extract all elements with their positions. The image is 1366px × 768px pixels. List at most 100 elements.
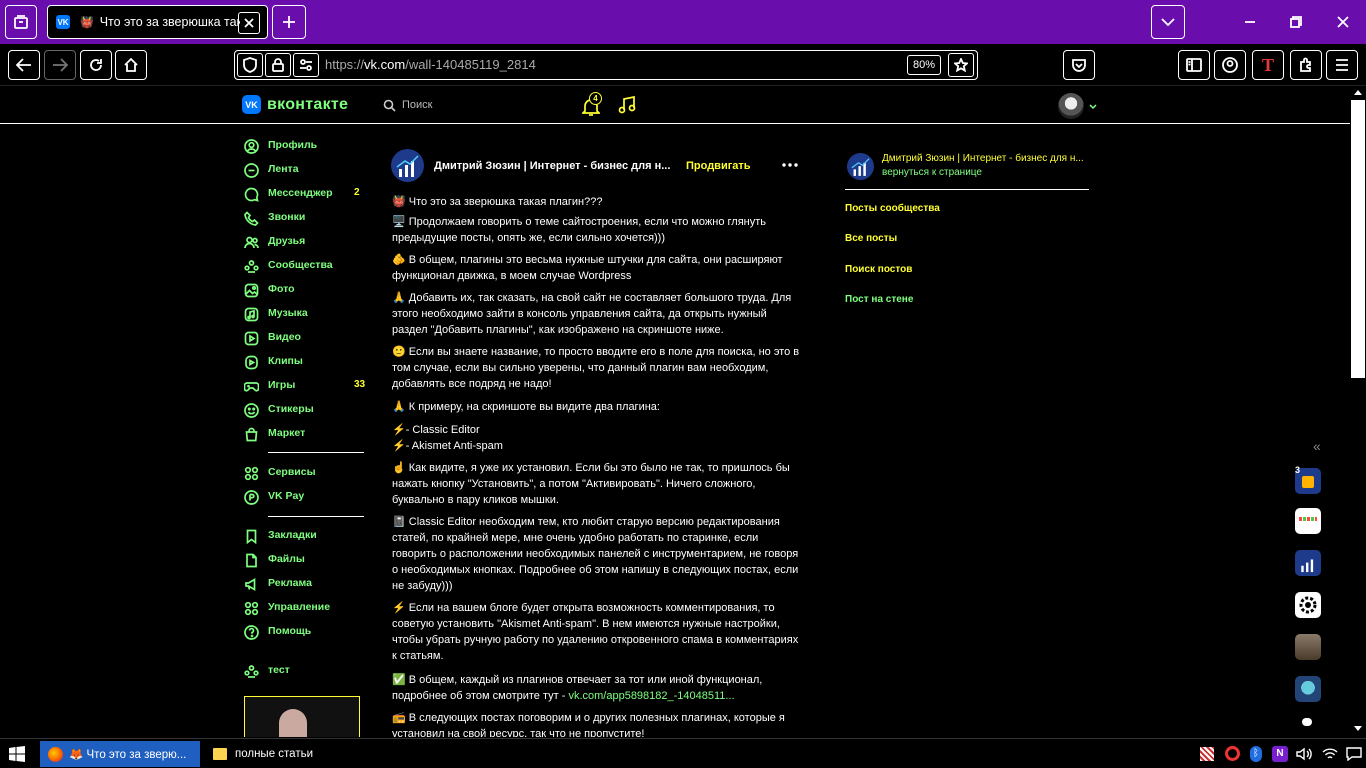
reload-button[interactable] — [80, 50, 112, 80]
site-info-button[interactable] — [265, 53, 291, 77]
side-app-prodamus[interactable] — [1295, 508, 1321, 534]
tray-opera-icon[interactable] — [1225, 746, 1240, 761]
sidebar-item-messenger[interactable]: Мессенджер 2 — [244, 185, 364, 203]
back-button[interactable] — [8, 50, 40, 80]
sidebar-item-photo[interactable]: Фото — [244, 281, 364, 299]
vk-logo[interactable]: VK вконтакте — [242, 95, 348, 114]
pocket-button[interactable] — [1063, 50, 1095, 80]
community-avatar[interactable] — [847, 153, 874, 180]
tray-winrar-icon[interactable] — [1200, 747, 1214, 761]
tray-app-icon[interactable]: N — [1272, 746, 1288, 762]
sidebar-item-games[interactable]: Игры 33 — [244, 377, 365, 395]
music-button[interactable] — [618, 95, 636, 119]
sidebar-item-feed[interactable]: Лента — [244, 161, 364, 179]
nav-group-image[interactable] — [244, 696, 360, 737]
post-paragraph: 🙏 К примеру, на скриншоте вы видите два … — [392, 399, 802, 415]
tab-close-button[interactable] — [238, 12, 260, 34]
post-more-button[interactable] — [782, 158, 798, 170]
community-name[interactable]: Дмитрий Зюзин | Интернет - бизнес для н.… — [882, 153, 1084, 164]
start-button[interactable] — [9, 746, 25, 762]
sidebar-item-phone[interactable]: Звонки — [244, 209, 364, 227]
nav-divider — [268, 452, 364, 453]
address-bar[interactable]: https://vk.com/wall-140485119_2814 80% — [234, 50, 978, 80]
post-author-avatar[interactable] — [391, 149, 424, 182]
tray-bluetooth-icon[interactable]: ᛒ — [1250, 746, 1262, 762]
sidebar-item-bookmark[interactable]: Закладки — [244, 527, 364, 545]
ads-icon — [245, 577, 256, 591]
zoom-indicator[interactable]: 80% — [907, 55, 941, 75]
sidebar-item-label: Музыка — [268, 307, 308, 319]
profile-menu[interactable] — [1058, 93, 1098, 119]
post-paragraph-text: 🫵 В общем, плагины это весьма нужные шту… — [392, 254, 783, 282]
forward-button[interactable] — [44, 50, 76, 80]
close-window-button[interactable] — [1325, 8, 1361, 36]
list-tabs-button[interactable] — [1151, 5, 1185, 39]
firefox-icon — [48, 746, 63, 762]
scrollbar-thumb[interactable] — [1351, 100, 1365, 378]
url-text[interactable]: https://vk.com/wall-140485119_2814 — [325, 57, 536, 72]
scroll-up-arrow[interactable] — [1354, 90, 1362, 95]
tracking-protection-button[interactable] — [237, 53, 263, 77]
group-thumbnail — [279, 709, 307, 737]
permissions-button[interactable] — [293, 53, 319, 77]
extensions-button[interactable] — [1290, 50, 1322, 80]
bookmark-star-button[interactable] — [948, 53, 974, 77]
sidebar-item-video[interactable]: Видео — [244, 329, 364, 347]
sidebar-item-profile[interactable]: Профиль — [244, 137, 364, 155]
sidebar-item-vkpay[interactable]: VK Pay — [244, 488, 364, 506]
taskbar-folder-item[interactable]: полные статьи — [205, 741, 385, 767]
sidebar-toggle-button[interactable] — [1178, 50, 1210, 80]
sidebar-item-help[interactable]: Помощь — [244, 623, 364, 641]
notification-center-icon[interactable] — [1346, 747, 1362, 761]
app-link[interactable]: vk.com/app5898182_-14048511... — [568, 690, 734, 702]
side-app-settings[interactable] — [1295, 592, 1321, 618]
post-paragraph-text: 📻 В следующих постах поговорим и о други… — [392, 712, 785, 737]
sidebar-item-manage[interactable]: Управление — [244, 599, 364, 617]
sidebar-item-communities[interactable]: Сообщества — [244, 257, 364, 275]
side-app-chart[interactable] — [1295, 550, 1321, 576]
sidebar-item-group[interactable]: тест — [244, 662, 364, 680]
account-button[interactable] — [1214, 50, 1246, 80]
app-menu-button[interactable] — [1326, 50, 1358, 80]
promote-button[interactable]: Продвигать — [686, 160, 751, 172]
wifi-icon[interactable] — [1322, 747, 1338, 761]
notifications-button[interactable]: 4 — [582, 92, 604, 116]
chart-growth-icon — [1301, 559, 1314, 573]
sidebar-item-market[interactable]: Маркет — [244, 425, 364, 443]
collapse-sidebar-button[interactable]: « — [1313, 438, 1321, 454]
sidebar-item-friends[interactable]: Друзья — [244, 233, 364, 251]
chat-bubble-icon[interactable] — [1302, 718, 1312, 726]
sidebar-item-music[interactable]: Музыка — [244, 305, 364, 323]
taskbar-firefox-label: 🦊 Что это за зверю... — [69, 749, 187, 761]
page-scrollbar[interactable] — [1350, 86, 1366, 738]
windows-icon — [9, 746, 25, 762]
side-app-game[interactable] — [1295, 676, 1321, 702]
sidebar-item-files[interactable]: Файлы — [244, 551, 364, 569]
post-author-name[interactable]: Дмитрий Зюзин | Интернет - бизнес для н.… — [434, 160, 670, 172]
sidebar-item-stickers[interactable]: Стикеры — [244, 401, 364, 419]
sidebar-item-clips[interactable]: Клипы — [244, 353, 364, 371]
taskbar-firefox-item[interactable]: 🦊 Что это за зверю... — [40, 741, 200, 767]
sidebar-item-ads[interactable]: Реклама — [244, 575, 364, 593]
right-nav-link[interactable]: Пост на стене — [845, 294, 913, 305]
side-app-building[interactable] — [1295, 634, 1321, 660]
vk-search[interactable]: Поиск — [383, 97, 563, 113]
home-button[interactable] — [115, 50, 147, 80]
right-nav-link[interactable]: Поиск постов — [845, 264, 912, 275]
right-nav-link[interactable]: Посты сообщества — [845, 203, 940, 214]
active-tab[interactable]: VK 👹 Что это за зверюшка така — [47, 5, 268, 39]
back-to-page-link[interactable]: вернуться к странице — [882, 167, 982, 178]
minimize-button[interactable] — [1232, 8, 1268, 36]
home-icon — [124, 57, 138, 72]
right-nav-link[interactable]: Все посты — [845, 233, 897, 244]
post-paragraph: 📻 В следующих постах поговорим и о други… — [392, 710, 802, 737]
new-tab-button[interactable] — [272, 5, 306, 39]
tab-manager-button[interactable] — [5, 5, 37, 39]
scroll-down-arrow[interactable] — [1354, 726, 1362, 731]
restore-button[interactable] — [1278, 8, 1314, 36]
extension-t-button[interactable]: T — [1252, 50, 1284, 80]
sidebar-item-services[interactable]: Сервисы — [244, 464, 364, 482]
side-app-lock[interactable]: 3 — [1295, 465, 1321, 494]
arrow-right-icon — [53, 58, 68, 72]
volume-icon[interactable] — [1296, 747, 1312, 761]
